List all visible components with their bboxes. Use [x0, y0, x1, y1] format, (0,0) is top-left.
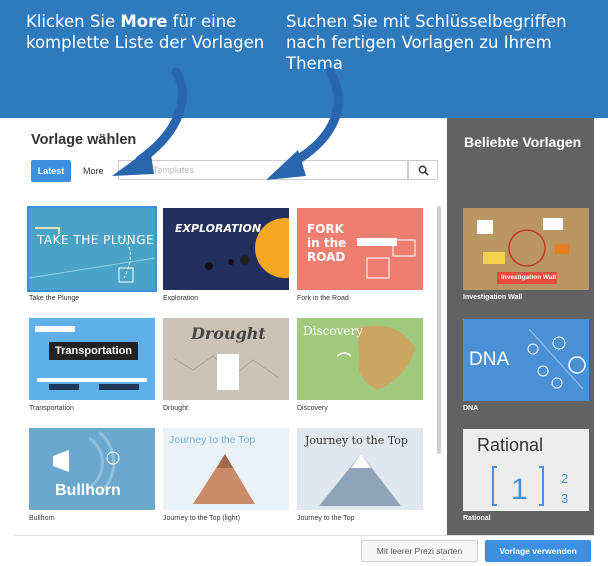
exploration-art-text: EXPLORATION	[175, 222, 262, 235]
plunge-art	[29, 208, 155, 290]
template-thumbnail[interactable]: DNA	[463, 319, 589, 401]
template-thumbnail[interactable]: Journey to the Top	[163, 428, 289, 510]
template-thumbnail[interactable]: FORK in the ROAD	[297, 208, 423, 290]
bullhorn-art-text: Bullhorn	[55, 482, 121, 499]
template-label: DNA	[463, 405, 479, 412]
template-thumbnail[interactable]: Discovery	[297, 318, 423, 400]
popular-dna[interactable]: DNA DNA	[463, 319, 589, 412]
template-label: Fork in the Road	[297, 295, 349, 302]
template-label: Discovery	[297, 405, 328, 412]
use-template-button[interactable]: Vorlage verwenden	[485, 540, 591, 562]
tab-latest[interactable]: Latest	[31, 160, 71, 182]
template-thumbnail[interactable]: Investigation Wall	[463, 208, 589, 290]
svg-text:1: 1	[511, 473, 528, 506]
template-thumbnail[interactable]: 1 2 3 Rational	[463, 429, 589, 511]
start-blank-button[interactable]: Mit leerer Prezi starten	[361, 540, 478, 562]
template-label: Journey to the Top	[297, 515, 355, 522]
template-thumbnail[interactable]: Drought	[163, 318, 289, 400]
search-placeholder: rch for Templates	[125, 165, 194, 175]
template-label: Journey to the Top (light)	[163, 515, 240, 522]
template-exploration[interactable]: EXPLORATION Exploration	[163, 208, 289, 302]
template-bullhorn[interactable]: Bullhorn Bullhorn	[29, 428, 155, 522]
popular-investigation-wall[interactable]: Investigation Wall Investigation Wall	[463, 208, 589, 301]
template-scrollbar[interactable]	[437, 206, 441, 454]
exploration-art	[163, 208, 289, 290]
template-thumbnail[interactable]: TAKE THE PLUNGE	[27, 206, 157, 292]
template-label: Exploration	[163, 295, 199, 302]
template-transportation[interactable]: Transportation Transportation	[29, 318, 155, 412]
discovery-art-text: Discovery	[303, 324, 363, 338]
search-icon	[418, 165, 429, 176]
template-drought[interactable]: Drought Drought	[163, 318, 289, 412]
template-thumbnail[interactable]: Journey to the Top	[297, 428, 423, 510]
dna-art-text: DNA	[469, 349, 510, 370]
template-discovery[interactable]: Discovery Discovery	[297, 318, 423, 412]
template-thumbnail[interactable]: Bullhorn	[29, 428, 155, 510]
template-label: Investigation Wall	[463, 294, 523, 301]
template-label: Bullhorn	[29, 515, 55, 522]
svg-text:2: 2	[561, 471, 568, 486]
template-label: Take the Plunge	[29, 295, 80, 302]
callout-more: Klicken Sie More für eine komplette List…	[26, 12, 265, 52]
transportation-art-text: Transportation	[49, 342, 139, 360]
callout-more-bold: More	[120, 12, 168, 31]
tab-more[interactable]: More	[79, 160, 108, 182]
plunge-art-text: TAKE THE PLUNGE	[37, 233, 155, 247]
template-journey[interactable]: Journey to the Top Journey to the Top	[297, 428, 423, 522]
dialog-title: Vorlage wählen	[31, 132, 137, 148]
search-input[interactable]: rch for Templates	[118, 160, 408, 180]
callout-search: Suchen Sie mit Schlüsselbegriffen nach f…	[286, 12, 567, 73]
drought-art-text: Drought	[191, 324, 266, 343]
investigation-art-text: Investigation Wall	[501, 274, 557, 281]
template-take-the-plunge[interactable]: TAKE THE PLUNGE Take the Plunge	[27, 206, 157, 302]
sidebar-title: Beliebte Vorlagen	[464, 134, 582, 150]
instruction-banner: Klicken Sie More für eine komplette List…	[0, 0, 608, 118]
template-journey-light[interactable]: Journey to the Top Journey to the Top (l…	[163, 428, 289, 522]
svg-text:3: 3	[561, 491, 568, 506]
template-label: Rational	[463, 515, 491, 522]
template-label: Drought	[163, 405, 188, 412]
template-fork-in-the-road[interactable]: FORK in the ROAD Fork in the Road	[297, 208, 423, 302]
search-button[interactable]	[408, 160, 438, 180]
rational-art-text: Rational	[477, 435, 544, 455]
popular-templates-sidebar: Beliebte Vorlagen Investigation Wall Inv…	[447, 118, 594, 535]
template-label: Transportation	[29, 405, 74, 412]
template-thumbnail[interactable]: Transportation	[29, 318, 155, 400]
popular-rational[interactable]: 1 2 3 Rational Rational	[463, 429, 589, 522]
journey-light-art-text: Journey to the Top	[169, 434, 256, 446]
journey-art-text: Journey to the Top	[305, 434, 408, 447]
template-thumbnail[interactable]: EXPLORATION	[163, 208, 289, 290]
fork-art-text: FORK in the ROAD	[307, 222, 347, 264]
